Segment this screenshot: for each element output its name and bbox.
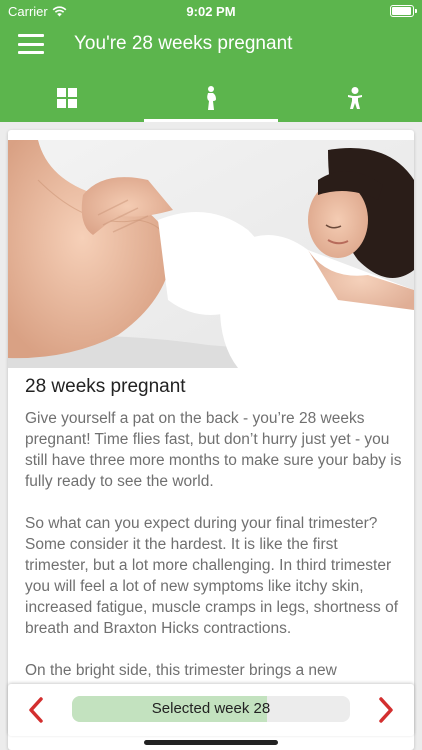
next-week-button[interactable] bbox=[366, 690, 406, 730]
status-bar: Carrier 9:02 PM bbox=[0, 0, 422, 22]
tab-bar bbox=[0, 74, 422, 122]
selected-week-label: Selected week 28 bbox=[151, 700, 271, 717]
article-body: Give yourself a pat on the back - you’re… bbox=[25, 408, 403, 702]
article-card: 28 weeks pregnant Give yourself a pat on… bbox=[8, 130, 414, 750]
previous-week-button[interactable] bbox=[16, 690, 56, 730]
battery-icon bbox=[390, 5, 417, 17]
page-title: You're 28 weeks pregnant bbox=[74, 33, 293, 54]
pregnant-woman-icon bbox=[207, 86, 216, 110]
week-selector-bar: Selected week 28 bbox=[8, 684, 414, 736]
clock: 9:02 PM bbox=[186, 4, 236, 19]
chevron-right-icon bbox=[379, 697, 393, 723]
tab-baby[interactable] bbox=[288, 74, 422, 122]
menu-icon[interactable] bbox=[18, 34, 44, 54]
active-tab-indicator bbox=[144, 119, 278, 122]
week-progress-bar[interactable]: Selected week 28 bbox=[72, 696, 350, 722]
baby-icon bbox=[348, 87, 362, 109]
tab-overview[interactable] bbox=[0, 74, 134, 122]
article-paragraph: Give yourself a pat on the back - you’re… bbox=[25, 410, 402, 490]
grid-icon bbox=[57, 88, 77, 108]
home-indicator bbox=[144, 740, 278, 745]
article-heading: 28 weeks pregnant bbox=[25, 376, 186, 397]
app-header: Carrier 9:02 PM You're 28 weeks pregnant bbox=[0, 0, 422, 122]
pregnant-woman-lying-photo bbox=[8, 140, 414, 368]
article-paragraph: So what can you expect during your final… bbox=[25, 515, 399, 637]
article-paragraph: On the bright side, this trimester bring… bbox=[25, 662, 337, 679]
chevron-left-icon bbox=[29, 697, 43, 723]
tab-mother[interactable] bbox=[144, 74, 278, 122]
